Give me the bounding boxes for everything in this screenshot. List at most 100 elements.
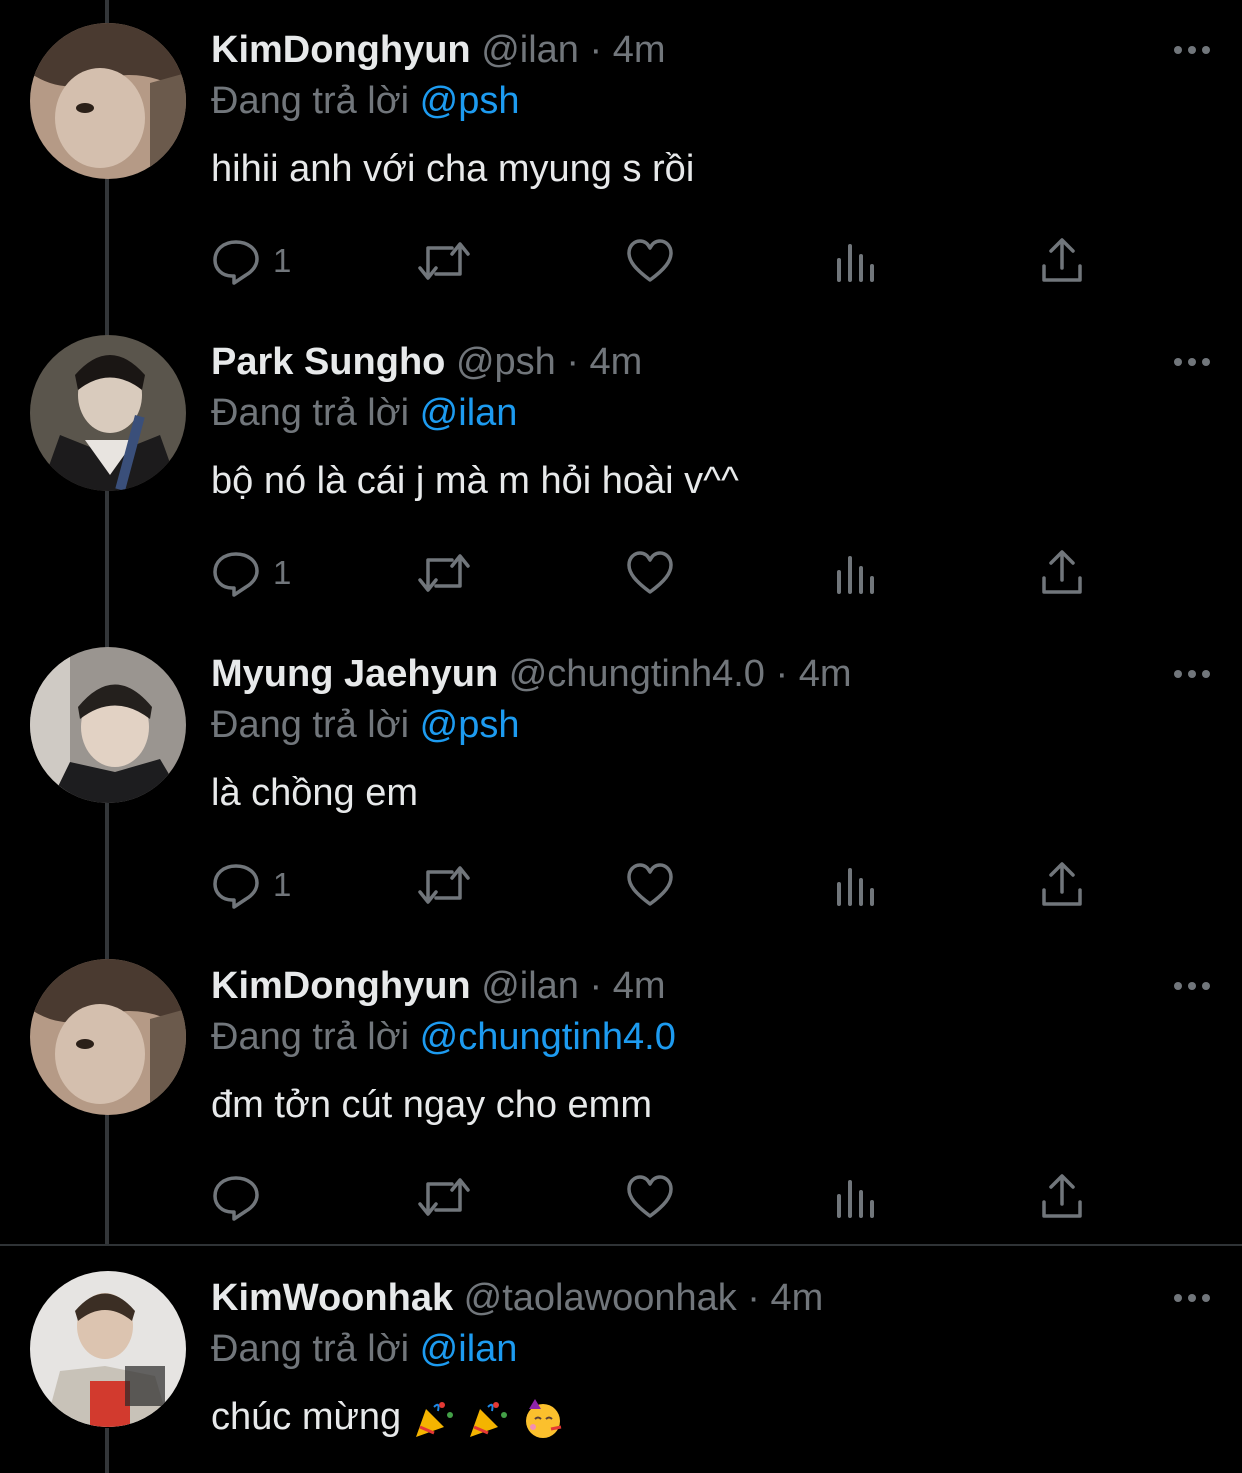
reply-prefix: Đang trả lời [211,80,410,122]
tweet-header: KimDonghyun @ilan · 4m [211,27,666,73]
share-icon [1042,1174,1082,1218]
analytics-icon [837,868,874,906]
tweet-actions: 1 [211,236,1111,286]
share-icon [1042,550,1082,594]
like-button[interactable] [625,548,675,598]
reply-count: 1 [273,866,292,903]
tweet-text: chúc mừng [211,1396,565,1441]
analytics-button[interactable] [833,236,879,286]
reply-button[interactable] [211,1172,273,1222]
party-popper-icon [470,1401,508,1437]
more-icon[interactable] [1172,35,1212,65]
analytics-button[interactable] [833,548,879,598]
reply-prefix: Đang trả lời [211,392,410,434]
replying-to: Đang trả lời @ilan [211,392,517,435]
tweet-header: KimDonghyun @ilan · 4m [211,963,666,1009]
handle-time: @ilan · 4m [481,965,666,1007]
more-icon[interactable] [1172,971,1212,1001]
tweet-header: KimWoonhak @taolawoonhak · 4m [211,1275,823,1321]
like-icon [627,551,673,594]
mention-link[interactable]: @chungtinh4.0 [420,1016,676,1058]
like-button[interactable] [625,236,675,286]
retweet-button[interactable] [416,860,472,910]
like-icon [627,239,673,282]
tweet-text: đm tởn cút ngay cho emm [211,1084,652,1126]
reply-prefix: Đang trả lời [211,1016,410,1058]
analytics-button[interactable] [833,860,879,910]
replying-to: Đang trả lời @chungtinh4.0 [211,1016,676,1059]
display-name[interactable]: KimDonghyun [211,965,471,1007]
avatar[interactable] [30,335,186,491]
handle-time: @chungtinh4.0 · 4m [508,653,852,695]
partying-face-icon [525,1398,562,1438]
analytics-icon [837,556,874,594]
retweet-icon [418,242,470,280]
reply-prefix: Đang trả lời [211,1328,410,1370]
analytics-icon [837,1180,874,1218]
retweet-icon [418,1178,470,1216]
reply-button[interactable]: 1 [211,548,291,598]
share-button[interactable] [1039,860,1085,910]
display-name[interactable]: Park Sungho [211,341,445,383]
display-name[interactable]: KimDonghyun [211,29,471,71]
like-button[interactable] [625,1172,675,1222]
tweet[interactable]: Park Sungho @psh · 4m Đang trả lời @ilan… [0,312,1242,624]
party-popper-icon [415,1401,453,1437]
mention-link[interactable]: @ilan [420,392,518,434]
reply-button[interactable]: 1 [211,860,291,910]
tweet[interactable]: KimWoonhak @taolawoonhak · 4m Đang trả l… [0,1248,1242,1473]
avatar[interactable] [30,1271,186,1427]
tweet-text: hihii anh với cha myung s rồi [211,148,695,190]
mention-link[interactable]: @ilan [420,1328,518,1370]
replying-to: Đang trả lời @psh [211,80,520,123]
analytics-button[interactable] [833,1172,879,1222]
handle-time: @psh · 4m [455,341,643,383]
tweet-actions: 1 [211,548,1111,598]
like-icon [627,863,673,906]
handle-time: @ilan · 4m [481,29,666,71]
like-icon [627,1175,673,1218]
tweet-header: Myung Jaehyun @chungtinh4.0 · 4m [211,651,851,697]
tweet[interactable]: KimDonghyun @ilan · 4m Đang trả lời @chu… [0,936,1242,1248]
like-button[interactable] [625,860,675,910]
thread-divider [0,1244,1242,1246]
tweet-text: là chồng em [211,772,419,814]
replying-to: Đang trả lời @ilan [211,1328,517,1371]
retweet-icon [418,554,470,592]
avatar[interactable] [30,647,186,803]
retweet-button[interactable] [416,236,472,286]
mention-link[interactable]: @psh [420,80,520,122]
tweet-text-content: chúc mừng [211,1396,402,1438]
tweet[interactable]: KimDonghyun @ilan · 4m Đang trả lời @psh… [0,0,1242,312]
reply-prefix: Đang trả lời [211,704,410,746]
reply-count: 1 [273,554,292,591]
reply-icon [213,240,259,285]
more-icon[interactable] [1172,347,1212,377]
more-icon[interactable] [1172,659,1212,689]
share-button[interactable] [1039,548,1085,598]
retweet-button[interactable] [416,1172,472,1222]
share-button[interactable] [1039,236,1085,286]
share-icon [1042,862,1082,906]
tweet-actions [211,1172,1111,1222]
reply-count: 1 [273,242,292,279]
avatar[interactable] [30,23,186,179]
mention-link[interactable]: @psh [420,704,520,746]
reply-icon [213,552,259,597]
share-button[interactable] [1039,1172,1085,1222]
reply-icon [213,1176,259,1221]
analytics-icon [837,244,874,282]
more-icon[interactable] [1172,1283,1212,1313]
display-name[interactable]: KimWoonhak [211,1277,453,1319]
replying-to: Đang trả lời @psh [211,704,520,747]
reply-button[interactable]: 1 [211,236,291,286]
reply-icon [213,864,259,909]
tweet[interactable]: Myung Jaehyun @chungtinh4.0 · 4m Đang tr… [0,624,1242,936]
display-name[interactable]: Myung Jaehyun [211,653,498,695]
avatar[interactable] [30,959,186,1115]
tweet-header: Park Sungho @psh · 4m [211,339,642,385]
handle-time: @taolawoonhak · 4m [463,1277,824,1319]
retweet-button[interactable] [416,548,472,598]
tweet-actions: 1 [211,860,1111,910]
retweet-icon [418,866,470,904]
